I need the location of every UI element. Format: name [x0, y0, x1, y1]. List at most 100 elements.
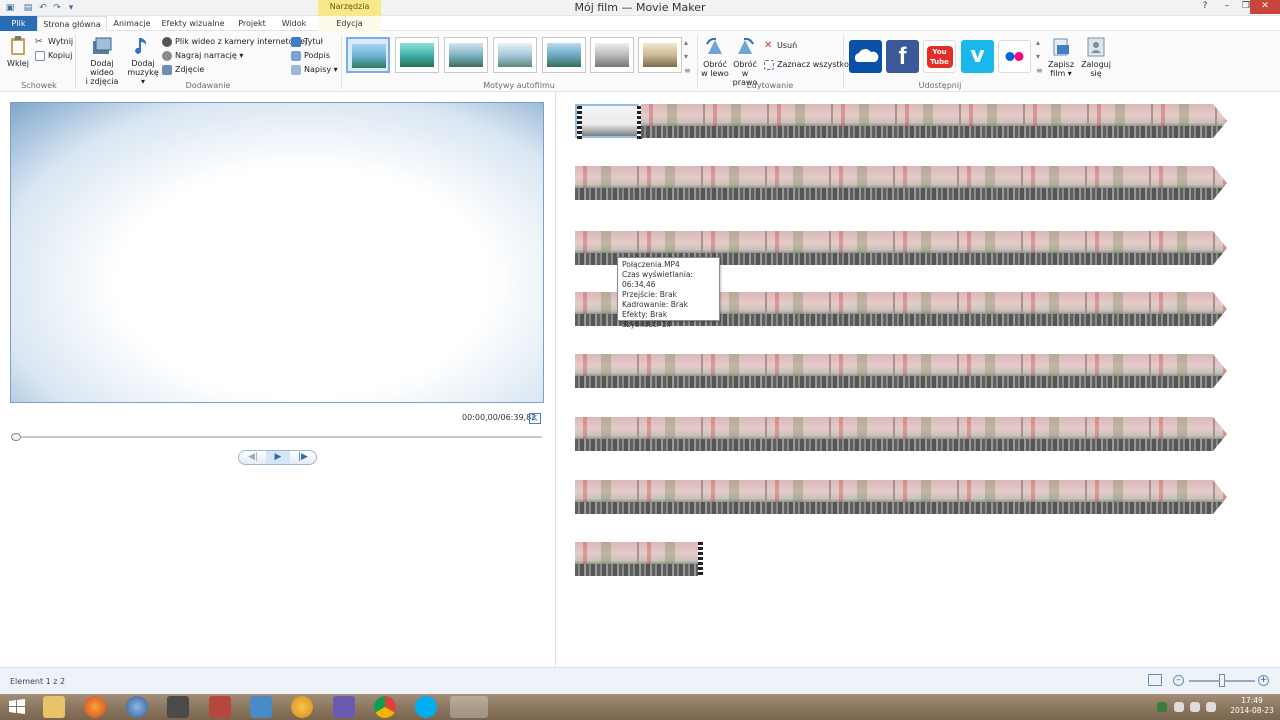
network-icon[interactable]	[1190, 702, 1200, 712]
app-icon: ▣	[5, 3, 15, 13]
remove-button[interactable]: ✕ Usuń	[764, 40, 797, 52]
gallery-more-icon[interactable]: ≡	[684, 65, 692, 77]
flickr-button[interactable]	[998, 40, 1031, 73]
tab-edit[interactable]: Edycja	[318, 16, 381, 31]
tab-visual-effects[interactable]: Efekty wizualne	[156, 16, 230, 31]
fullscreen-icon: ⇱	[531, 414, 539, 423]
close-button[interactable]: ✕	[1250, 0, 1280, 14]
zoom-slider-thumb[interactable]	[1219, 674, 1225, 687]
clip-2-row-8[interactable]	[575, 542, 703, 576]
customize-icon[interactable]: ▾	[65, 2, 77, 14]
clipboard-icon	[11, 36, 25, 55]
add-video-button[interactable]: Dodaj wideo i zdjęcia	[79, 35, 125, 86]
play-button[interactable]: ▶	[266, 451, 290, 464]
caption-button[interactable]: Podpis	[291, 50, 330, 62]
thunderbird-icon[interactable]	[126, 696, 148, 718]
add-music-button[interactable]: Dodaj muzykę ▾	[127, 35, 159, 86]
credits-icon	[291, 64, 301, 75]
tab-view[interactable]: Widok	[274, 16, 314, 31]
save-movie-button[interactable]: Zapisz film ▾	[1046, 36, 1076, 78]
tray-icon[interactable]	[1157, 702, 1167, 712]
theme-cinematic[interactable]	[444, 37, 488, 73]
movie-maker-icon[interactable]	[450, 696, 488, 718]
rotate-left-icon	[706, 37, 722, 54]
theme-default[interactable]	[346, 37, 390, 73]
undo-icon[interactable]: ↶	[37, 2, 49, 14]
timecode: 00:00,00/06:39,82	[462, 413, 537, 422]
clip-2-row-6[interactable]	[575, 417, 1227, 451]
vimeo-button[interactable]: v	[961, 40, 994, 73]
gallery-scroll-down-icon[interactable]: ▾	[684, 51, 692, 63]
youtube-button[interactable]: You Tube	[923, 40, 956, 73]
taskbar: 17:49 2014-08-23	[0, 694, 1280, 720]
next-frame-button[interactable]: |▶	[291, 451, 315, 464]
app-icon[interactable]	[250, 696, 272, 718]
thumbnail-size-icon[interactable]	[1148, 674, 1162, 686]
app-icon[interactable]	[209, 696, 231, 718]
zoom-out-button[interactable]: –	[1173, 675, 1184, 686]
tab-animations[interactable]: Animacje	[108, 16, 156, 31]
copy-icon	[35, 50, 45, 61]
title-button[interactable]: Tytuł	[291, 36, 323, 48]
tab-home[interactable]: Strona główna	[37, 16, 107, 31]
ribbon-separator	[75, 35, 76, 89]
clock-date[interactable]: 2014-08-23	[1226, 706, 1278, 715]
app-icon[interactable]	[291, 696, 313, 718]
onedrive-button[interactable]	[849, 40, 882, 73]
seek-bar[interactable]	[12, 436, 542, 438]
skype-icon[interactable]	[415, 696, 437, 718]
app-icon[interactable]	[167, 696, 189, 718]
file-explorer-icon[interactable]	[43, 696, 65, 718]
save-icon[interactable]: ▤	[22, 2, 34, 14]
gallery-scroll-up-icon[interactable]: ▴	[684, 37, 692, 49]
sign-in-button[interactable]: Zaloguj się	[1081, 36, 1111, 78]
tab-project[interactable]: Projekt	[230, 16, 274, 31]
rotate-left-label: Obróć	[703, 60, 727, 69]
app-icon[interactable]	[333, 696, 355, 718]
theme-sepia[interactable]	[638, 37, 682, 73]
share-scroll-up-icon[interactable]: ▴	[1036, 37, 1044, 49]
status-text: Element 1 z 2	[10, 677, 66, 686]
facebook-button[interactable]: f	[886, 40, 919, 73]
add-video-label: Dodaj wideo	[90, 59, 114, 77]
tab-file[interactable]: Plik	[0, 16, 37, 31]
scissors-icon: ✂	[35, 36, 43, 47]
previous-frame-button[interactable]: ◀|	[241, 451, 265, 464]
clip-1-thumbnail[interactable]	[575, 104, 642, 140]
video-preview[interactable]	[10, 102, 544, 403]
start-icon[interactable]	[6, 696, 28, 718]
select-all-button[interactable]: Zaznacz wszystko	[764, 59, 849, 71]
tray-icon[interactable]	[1174, 702, 1184, 712]
clock-time[interactable]: 17:49	[1232, 696, 1272, 705]
paste-button[interactable]: Wklej	[5, 35, 31, 68]
snapshot-button[interactable]: Zdjęcie	[162, 64, 204, 76]
chrome-icon[interactable]	[374, 696, 396, 718]
user-icon	[1087, 37, 1105, 57]
record-narration-button[interactable]: Nagraj narrację ▾	[162, 50, 243, 62]
seek-thumb[interactable]	[11, 433, 21, 441]
share-scroll-down-icon[interactable]: ▾	[1036, 51, 1044, 63]
theme-pan-zoom[interactable]	[542, 37, 586, 73]
share-more-icon[interactable]: ≡	[1036, 65, 1044, 77]
webcam-video-button[interactable]: Plik wideo z kamery internetowej	[162, 36, 307, 48]
clip-2-row-1[interactable]	[641, 104, 1227, 138]
clip-2-row-7[interactable]	[575, 480, 1227, 514]
theme-fade[interactable]	[493, 37, 537, 73]
redo-icon[interactable]: ↷	[51, 2, 63, 14]
theme-black-white[interactable]	[590, 37, 634, 73]
status-bar: Element 1 z 2 – +	[0, 667, 1280, 694]
cut-button[interactable]: ✂ Wytnij	[35, 36, 73, 48]
rotate-right-button[interactable]: Obróć w prawo	[730, 36, 760, 87]
zoom-in-button[interactable]: +	[1258, 675, 1269, 686]
storyboard[interactable]	[556, 92, 1280, 667]
help-icon[interactable]: ?	[1194, 0, 1216, 14]
copy-button[interactable]: Kopiuj	[35, 50, 72, 62]
fullscreen-button[interactable]: ⇱	[529, 413, 541, 424]
volume-icon[interactable]	[1206, 702, 1216, 712]
rotate-left-button[interactable]: Obróć w lewo	[701, 36, 729, 78]
credits-button[interactable]: Napisy ▾	[291, 64, 338, 76]
firefox-icon[interactable]	[84, 696, 106, 718]
clip-2-row-2[interactable]	[575, 166, 1227, 200]
theme-contemporary[interactable]	[395, 37, 439, 73]
clip-2-row-5[interactable]	[575, 354, 1227, 388]
